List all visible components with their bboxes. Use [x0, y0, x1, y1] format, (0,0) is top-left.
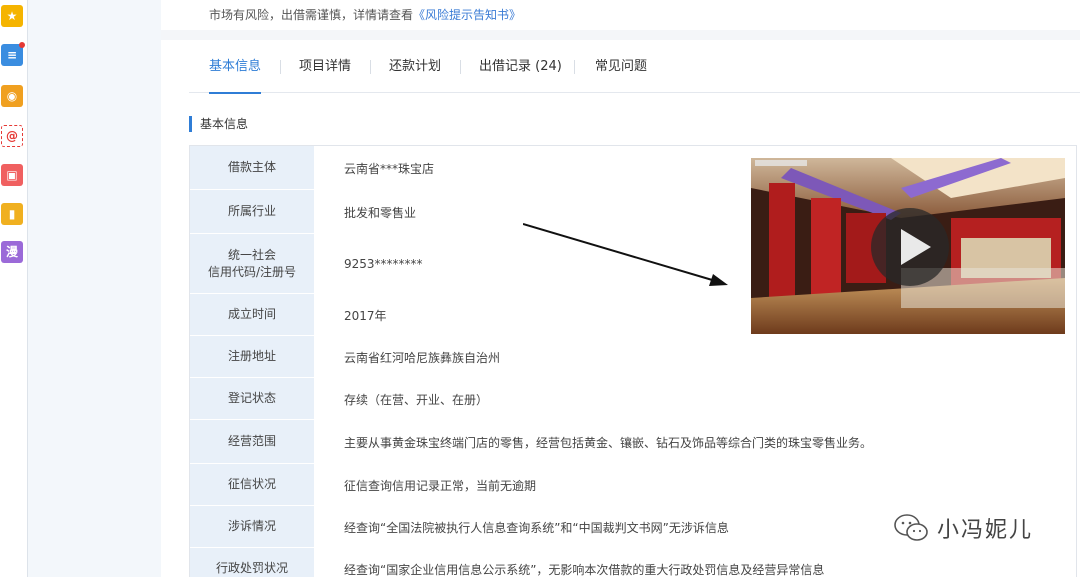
risk-notice-link[interactable]: 《风险提示告知书》 — [413, 8, 521, 22]
book-icon[interactable]: ▮ — [1, 203, 23, 225]
weibo-icon[interactable]: ◉ — [1, 85, 23, 107]
comic-icon[interactable]: 漫 — [1, 241, 23, 263]
table-row: 征信状况 征信查询信用记录正常，当前无逾期 — [190, 464, 1076, 506]
row-label: 统一社会 信用代码/注册号 — [190, 234, 314, 294]
tab-basic-info[interactable]: 基本信息 — [209, 40, 262, 94]
row-label: 征信状况 — [190, 464, 314, 506]
risk-notice-text: 市场有风险，出借需谨慎，详情请查看 — [209, 8, 414, 22]
list-icon[interactable]: ≡ — [1, 42, 25, 66]
main-content: 市场有风险，出借需谨慎，详情请查看《风险提示告知书》 基本信息 项目详情 还款计… — [161, 0, 1080, 577]
row-value: 经查询“国家企业信用信息公示系统”，无影响本次借款的重大行政处罚信息及经营异常信… — [344, 562, 825, 577]
row-label: 所属行业 — [190, 190, 314, 234]
row-value: 存续（在营、开业、在册） — [344, 392, 489, 407]
tab-divider — [574, 60, 575, 74]
row-value: 云南省红河哈尼族彝族自治州 — [344, 350, 501, 365]
table-row: 经营范围 主要从事黄金珠宝终端门店的零售，经营包括黄金、镶嵌、钻石及饰品等综合门… — [190, 420, 1076, 464]
table-row: 行政处罚状况 经查询“国家企业信用信息公示系统”，无影响本次借款的重大行政处罚信… — [190, 548, 1076, 577]
row-label: 成立时间 — [190, 294, 314, 336]
row-value: 主要从事黄金珠宝终端门店的零售，经营包括黄金、镶嵌、钻石及饰品等综合门类的珠宝零… — [344, 435, 873, 450]
tab-faq[interactable]: 常见问题 — [595, 40, 647, 93]
tab-repayment-plan[interactable]: 还款计划 — [389, 40, 441, 93]
play-icon[interactable] — [871, 208, 949, 286]
tab-project-details[interactable]: 项目详情 — [299, 40, 351, 93]
table-row: 登记状态 存续（在营、开业、在册） — [190, 378, 1076, 420]
table-row: 注册地址 云南省红河哈尼族彝族自治州 — [190, 336, 1076, 378]
tab-lending-records[interactable]: 出借记录 (24) — [479, 40, 562, 93]
tab-divider — [370, 60, 371, 74]
tab-divider — [280, 60, 281, 74]
row-label: 注册地址 — [190, 336, 314, 378]
tab-bar: 基本信息 项目详情 还款计划 出借记录 (24) 常见问题 — [189, 40, 1080, 94]
row-label: 涉诉情况 — [190, 506, 314, 548]
row-value: 征信查询信用记录正常，当前无逾期 — [344, 478, 537, 493]
watermark-text: 小冯妮儿 — [937, 518, 1034, 543]
video-player[interactable] — [751, 158, 1065, 334]
page-gutter — [28, 0, 161, 577]
wechat-icon — [894, 514, 928, 541]
browser-sidebar: ★ ≡ ◉ @ ▣ ▮ 漫 — [0, 0, 28, 577]
row-label: 登记状态 — [190, 378, 314, 420]
watermark: 小冯妮儿 — [893, 512, 1033, 544]
row-label: 借款主体 — [190, 146, 314, 190]
game-icon[interactable]: ▣ — [1, 164, 23, 186]
risk-notice: 市场有风险，出借需谨慎，详情请查看《风险提示告知书》 — [209, 6, 521, 23]
mail-icon[interactable]: @ — [1, 125, 23, 147]
section-title: 基本信息 — [189, 116, 248, 132]
tab-divider — [460, 60, 461, 74]
row-label: 行政处罚状况 — [190, 548, 314, 577]
row-label: 经营范围 — [190, 420, 314, 464]
divider-band — [161, 30, 1080, 40]
star-icon[interactable]: ★ — [1, 5, 23, 27]
annotation-arrow — [523, 223, 728, 286]
